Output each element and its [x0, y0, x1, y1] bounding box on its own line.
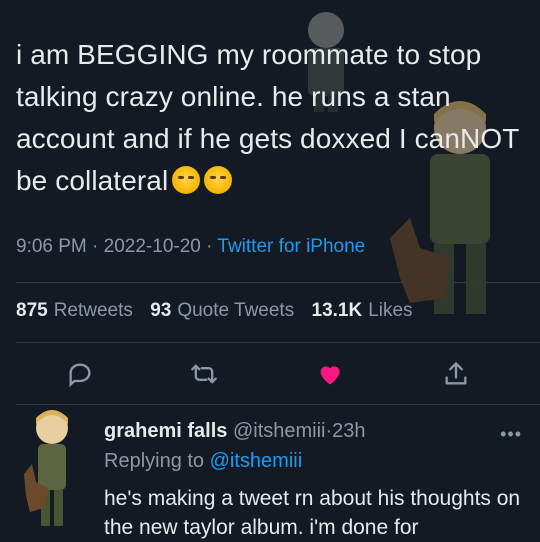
replying-to: Replying to @itshemiii	[104, 450, 302, 473]
more-button[interactable]: •••	[500, 424, 522, 445]
tweet-meta: 9:06 PM · 2022-10-20 · Twitter for iPhon…	[16, 236, 365, 258]
replying-handle-link[interactable]: @itshemiii	[210, 450, 303, 472]
tweet-body: i am BEGGING my roommate to stop talking…	[16, 39, 519, 196]
reply-header: grahemi falls @itshemiii·23h	[104, 420, 366, 443]
likes-count: 13.1K	[311, 300, 363, 321]
reply-icon	[69, 363, 91, 388]
likes-label: Likes	[368, 300, 413, 321]
retweets-count: 875	[16, 300, 48, 321]
meta-separator: ·	[206, 236, 213, 257]
reply-button[interactable]	[62, 356, 98, 392]
tweet-actions	[0, 356, 540, 392]
quotes-count: 93	[150, 300, 172, 321]
retweets-label: Retweets	[53, 300, 133, 321]
heart-icon	[320, 366, 340, 385]
crying-face-emoji-icon	[172, 166, 201, 194]
retweet-button[interactable]	[186, 356, 222, 392]
likes-stat[interactable]: 13.1K Likes	[312, 300, 413, 321]
tweet-source-link[interactable]: Twitter for iPhone	[217, 236, 365, 257]
replying-prefix: Replying to	[104, 450, 205, 472]
tweet-stats: 875 Retweets 93 Quote Tweets 13.1K Likes	[16, 300, 425, 322]
reply-tweet[interactable]: grahemi falls @itshemiii·23h ••• Replyin…	[0, 398, 540, 540]
share-icon	[445, 362, 467, 385]
reply-display-name[interactable]: grahemi falls	[104, 420, 227, 442]
more-icon: •••	[500, 424, 522, 444]
quotes-stat[interactable]: 93 Quote Tweets	[150, 300, 294, 321]
reply-age[interactable]: 23h	[332, 420, 365, 442]
divider	[16, 342, 540, 343]
tweet-date[interactable]: 2022-10-20	[104, 236, 201, 257]
share-button[interactable]	[438, 356, 474, 392]
reply-text: he's making a tweet rn about his thought…	[104, 487, 521, 539]
avatar[interactable]	[22, 404, 82, 534]
retweet-icon	[191, 364, 217, 384]
crying-face-emoji-icon	[204, 166, 233, 194]
tweet-time[interactable]: 9:06 PM	[16, 236, 87, 257]
retweets-stat[interactable]: 875 Retweets	[16, 300, 133, 321]
tweet-text: i am BEGGING my roommate to stop talking…	[16, 34, 526, 202]
reply-handle[interactable]: @itshemiii	[233, 420, 326, 442]
meta-separator: ·	[92, 236, 99, 257]
quotes-label: Quote Tweets	[177, 300, 295, 321]
divider	[16, 282, 540, 283]
like-button[interactable]	[312, 356, 348, 392]
